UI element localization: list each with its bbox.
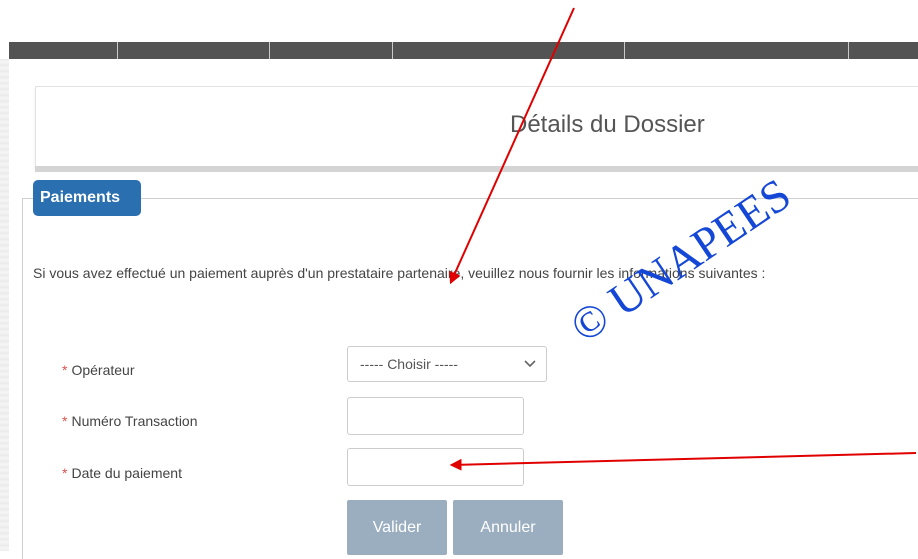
transaction-label-text: Numéro Transaction <box>71 413 198 429</box>
chevron-down-icon <box>524 360 536 368</box>
nav-segment[interactable] <box>9 42 118 59</box>
payment-date-input[interactable] <box>347 448 524 486</box>
operator-label-text: Opérateur <box>71 362 135 378</box>
nav-segment[interactable] <box>625 42 849 59</box>
required-marker: * <box>62 413 68 429</box>
top-margin <box>0 0 918 42</box>
page-title: Détails du Dossier <box>510 111 705 138</box>
required-marker: * <box>62 362 68 378</box>
operator-label: * Opérateur <box>62 362 135 378</box>
operator-select-value: ----- Choisir ----- <box>360 356 458 372</box>
required-marker: * <box>62 465 68 481</box>
payments-intro-text: Si vous avez effectué un paiement auprès… <box>33 265 766 281</box>
page-header-panel <box>35 86 918 168</box>
payments-legend: Paiements <box>33 180 141 216</box>
left-page-edge <box>0 59 9 551</box>
operator-select[interactable]: ----- Choisir ----- <box>347 346 547 382</box>
nav-segment[interactable] <box>849 42 918 59</box>
nav-segment[interactable] <box>118 42 270 59</box>
nav-segment[interactable] <box>393 42 625 59</box>
transaction-number-input[interactable] <box>347 397 524 435</box>
payment-date-label-text: Date du paiement <box>71 465 182 481</box>
top-navbar <box>9 42 918 59</box>
nav-segment[interactable] <box>270 42 393 59</box>
payment-date-label: * Date du paiement <box>62 465 182 481</box>
header-divider <box>35 166 918 172</box>
transaction-label: * Numéro Transaction <box>62 413 198 429</box>
cancel-button[interactable]: Annuler <box>453 500 563 555</box>
submit-button[interactable]: Valider <box>347 500 447 555</box>
